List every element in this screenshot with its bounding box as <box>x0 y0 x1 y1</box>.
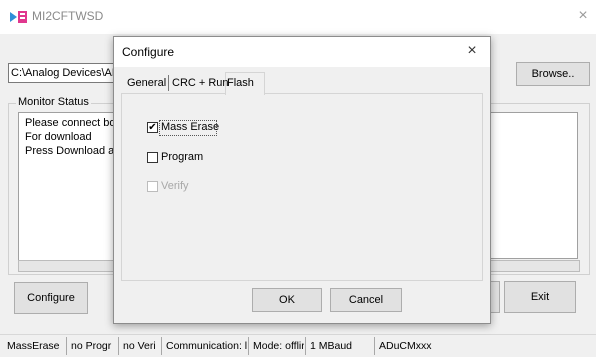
status-cell-erase: MassErase <box>7 340 60 352</box>
exit-button[interactable]: Exit <box>504 281 576 313</box>
monitor-status-list-right <box>490 112 578 259</box>
verify-label: Verify <box>161 180 189 192</box>
list-item: For download <box>25 131 92 143</box>
close-icon[interactable]: × <box>574 6 592 26</box>
list-item: Press Download anc <box>25 145 124 157</box>
ok-button[interactable]: OK <box>252 288 322 312</box>
status-cell-program: no Progr <box>71 340 112 352</box>
app-icon <box>10 11 27 23</box>
status-cell-verify: no Veri <box>123 340 156 352</box>
path-field[interactable]: C:\Analog Devices\ADu <box>8 63 122 83</box>
status-cell-communication: Communication: l <box>166 340 247 352</box>
tab-separator <box>168 75 169 91</box>
status-separator <box>118 337 119 355</box>
configure-button[interactable]: Configure <box>14 282 88 314</box>
dialog-title: Configure <box>122 45 175 59</box>
status-separator <box>66 337 67 355</box>
status-separator <box>161 337 162 355</box>
program-label[interactable]: Program <box>161 151 203 163</box>
tab-flash[interactable]: Flash <box>227 74 254 92</box>
tab-general[interactable]: General <box>127 74 166 92</box>
mass-erase-label[interactable]: Mass Erase <box>161 121 219 133</box>
status-cell-baud: 1 MBaud <box>310 340 353 352</box>
status-separator <box>305 337 306 355</box>
verify-checkbox <box>147 181 158 192</box>
program-checkbox[interactable] <box>147 152 158 163</box>
mass-erase-checkbox[interactable]: ✔ <box>147 122 158 133</box>
status-cell-device: ADuCMxxx <box>379 340 432 352</box>
status-cell-mode: Mode: offlir <box>253 340 304 352</box>
cancel-button[interactable]: Cancel <box>330 288 402 312</box>
list-item: Please connect boa <box>25 117 122 129</box>
tab-crc-run[interactable]: CRC + Run <box>172 74 229 92</box>
dialog-close-icon[interactable]: × <box>462 40 482 62</box>
monitor-status-list[interactable]: Please connect boa For download Press Do… <box>18 112 124 262</box>
status-separator <box>248 337 249 355</box>
browse-button[interactable]: Browse.. <box>516 62 590 86</box>
status-separator <box>374 337 375 355</box>
app-title: MI2CFTWSD <box>32 9 104 23</box>
monitor-status-label: Monitor Status <box>16 96 91 108</box>
